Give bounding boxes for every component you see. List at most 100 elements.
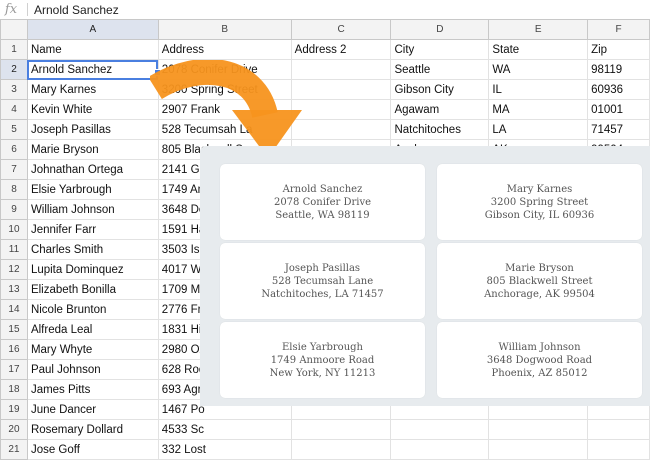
label-name: Marie Bryson — [505, 262, 574, 274]
column-header-d[interactable]: D — [390, 19, 490, 40]
fx-icon: fx — [4, 2, 18, 17]
cell[interactable]: Johnathan Ortega — [26, 159, 159, 180]
row-header[interactable]: 1 — [0, 39, 28, 60]
label-name: Mary Karnes — [506, 183, 573, 195]
row-header[interactable]: 7 — [0, 159, 28, 180]
label-street: 528 Tecumsah Lane — [271, 275, 374, 287]
cell[interactable] — [290, 439, 392, 460]
cell[interactable]: Address 2 — [290, 39, 392, 60]
cell[interactable] — [587, 419, 650, 440]
label-name: Arnold Sanchez — [282, 183, 363, 195]
cell[interactable] — [488, 419, 589, 440]
address-label-card: Elsie Yarbrough 1749 Anmoore Road New York… — [220, 322, 425, 398]
table-row: 4 Kevin White 2907 Frank Agawam MA 01001 — [0, 99, 650, 120]
cell[interactable] — [390, 439, 490, 460]
row-header[interactable]: 20 — [0, 419, 28, 440]
cell[interactable]: Gibson City — [390, 79, 490, 100]
table-row: 2 Arnold Sanchez 2078 Conifer Drive Seattle… — [0, 59, 650, 80]
row-header[interactable]: 19 — [0, 399, 28, 420]
column-header-b[interactable]: B — [157, 19, 292, 40]
cell[interactable]: Elsie Yarbrough — [26, 179, 159, 200]
cell[interactable]: Seattle — [390, 59, 490, 80]
cell[interactable] — [290, 419, 392, 440]
cell[interactable]: Agawam — [390, 99, 490, 120]
row-header[interactable]: 18 — [0, 379, 28, 400]
cell[interactable]: James Pitts — [26, 379, 159, 400]
label-city-line: Seattle, WA 98119 — [275, 209, 370, 221]
cell[interactable]: Charles Smith — [26, 239, 159, 260]
address-label-card: Joseph Pasillas 528 Tecumsah Lane Natchito… — [220, 243, 425, 319]
label-name: Joseph Pasillas — [284, 262, 361, 274]
sheet-corner[interactable] — [0, 19, 28, 40]
row-header[interactable]: 8 — [0, 179, 28, 200]
cell[interactable]: Arnold Sanchez — [26, 59, 159, 80]
cell[interactable]: 01001 — [587, 99, 650, 120]
cell[interactable]: Rosemary Dollard — [26, 419, 159, 440]
address-label-card: Marie Bryson 805 Blackwell Street Anchorag… — [437, 243, 642, 319]
cell[interactable]: Jennifer Farr — [26, 219, 159, 240]
cell[interactable]: Nicole Brunton — [26, 299, 159, 320]
cell[interactable]: Joseph Pasillas — [26, 119, 159, 140]
row-header[interactable]: 5 — [0, 119, 28, 140]
cell[interactable]: 332 Lost — [157, 439, 292, 460]
label-city-line: Anchorage, AK 99504 — [484, 288, 595, 300]
row-header[interactable]: 11 — [0, 239, 28, 260]
row-header[interactable]: 3 — [0, 79, 28, 100]
formula-input[interactable]: Arnold Sanchez — [34, 3, 119, 17]
cell[interactable]: MA — [488, 99, 589, 120]
row-header[interactable]: 10 — [0, 219, 28, 240]
cell[interactable]: State — [488, 39, 589, 60]
row-header[interactable]: 13 — [0, 279, 28, 300]
cell[interactable] — [390, 419, 490, 440]
column-header-c[interactable]: C — [290, 19, 392, 40]
cell[interactable]: Address — [157, 39, 292, 60]
row-header[interactable]: 14 — [0, 299, 28, 320]
cell[interactable]: Elizabeth Bonilla — [26, 279, 159, 300]
row-header[interactable]: 12 — [0, 259, 28, 280]
column-header-e[interactable]: E — [488, 19, 589, 40]
cell[interactable]: WA — [488, 59, 589, 80]
cell[interactable]: Kevin White — [26, 99, 159, 120]
column-header-f[interactable]: F — [587, 19, 650, 40]
cell[interactable]: 4533 Sc — [157, 419, 292, 440]
cell[interactable]: 60936 — [587, 79, 650, 100]
cell[interactable]: Mary Karnes — [26, 79, 159, 100]
formula-bar: fx Arnold Sanchez — [0, 0, 650, 20]
label-street: 3200 Spring Street — [490, 196, 589, 208]
row-header[interactable]: 4 — [0, 99, 28, 120]
cell[interactable]: Name — [26, 39, 159, 60]
address-labels-panel: Arnold Sanchez 2078 Conifer Drive Seattle,… — [200, 146, 650, 406]
row-header[interactable]: 21 — [0, 439, 28, 460]
label-city-line: Gibson City, IL 60936 — [484, 209, 595, 221]
cell[interactable]: Lupita Dominquez — [26, 259, 159, 280]
cell[interactable] — [587, 439, 650, 460]
label-city-line: New York, NY 11213 — [269, 367, 376, 379]
row-header[interactable]: 16 — [0, 339, 28, 360]
cell[interactable]: 71457 — [587, 119, 650, 140]
cell[interactable]: June Dancer — [26, 399, 159, 420]
row-header[interactable]: 15 — [0, 319, 28, 340]
cell[interactable]: Paul Johnson — [26, 359, 159, 380]
row-header[interactable]: 6 — [0, 139, 28, 160]
cell[interactable]: City — [390, 39, 490, 60]
row-header[interactable]: 2 — [0, 59, 28, 80]
cell[interactable]: Natchitoches — [390, 119, 490, 140]
row-header[interactable]: 9 — [0, 199, 28, 220]
cell[interactable]: William Johnson — [26, 199, 159, 220]
cell[interactable]: 98119 — [587, 59, 650, 80]
label-street: 2078 Conifer Drive — [273, 196, 372, 208]
table-row: 21 Jose Goff 332 Lost — [0, 439, 650, 460]
address-label-card: William Johnson 3648 Dogwood Road Phoenix,… — [437, 322, 642, 398]
cell[interactable] — [488, 439, 589, 460]
cell[interactable]: Zip — [587, 39, 650, 60]
label-name: Elsie Yarbrough — [282, 341, 363, 353]
label-street: 1749 Anmoore Road — [270, 354, 375, 366]
column-header-a[interactable]: A — [26, 19, 159, 40]
cell[interactable]: LA — [488, 119, 589, 140]
row-header[interactable]: 17 — [0, 359, 28, 380]
cell[interactable]: Mary Whyte — [26, 339, 159, 360]
cell[interactable]: IL — [488, 79, 589, 100]
cell[interactable]: Marie Bryson — [26, 139, 159, 160]
cell[interactable]: Jose Goff — [26, 439, 159, 460]
cell[interactable]: Alfreda Leal — [26, 319, 159, 340]
